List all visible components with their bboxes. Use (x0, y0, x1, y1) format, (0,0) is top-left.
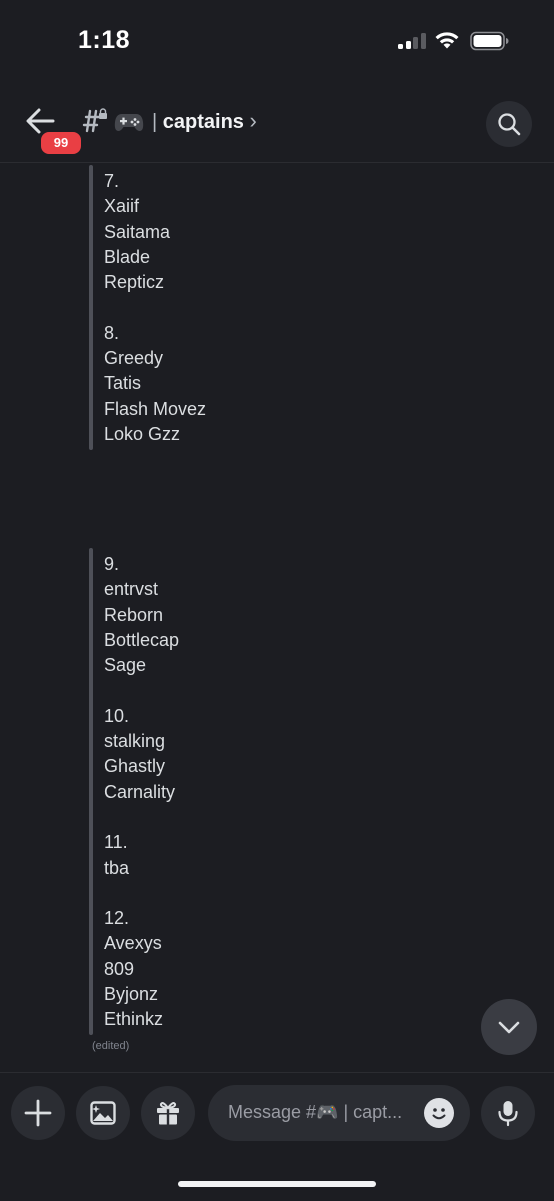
message-line: Greedy (104, 348, 164, 369)
locked-channel-hash-icon (82, 108, 107, 133)
message-line: Ghastly (104, 756, 166, 777)
message-line: 12. (104, 908, 130, 929)
channel-separator: | (152, 111, 158, 133)
home-indicator[interactable] (178, 1181, 376, 1187)
smiley-icon (432, 1108, 446, 1120)
voice-button[interactable] (481, 1086, 535, 1140)
message-line: Loko Gzz (104, 423, 181, 444)
search-button[interactable] (486, 101, 532, 147)
status-time: 1:18 (78, 26, 131, 54)
image-icon (90, 1101, 116, 1125)
message-line: Reborn (104, 604, 164, 625)
message-line: Saitama (104, 221, 171, 242)
add-button[interactable] (11, 1086, 65, 1140)
gift-button[interactable] (141, 1086, 195, 1140)
message-line: 8. (104, 322, 120, 343)
message-line: Xaiif (104, 196, 140, 217)
message-line: Bottlecap (104, 629, 180, 650)
edited-label: (edited) (92, 1040, 130, 1052)
cellular-signal-icon (398, 33, 426, 49)
status-bar: 1:18 (0, 0, 554, 82)
quote-bar (89, 165, 93, 450)
message-line: Ethinkz (104, 1009, 164, 1030)
channel-name: captains (162, 111, 244, 133)
chevron-down-icon (498, 1021, 520, 1034)
battery-icon (470, 31, 509, 51)
channel-title[interactable]: | captains › (152, 108, 257, 134)
message-line: Avexys (104, 933, 162, 954)
message-line: 9. (104, 554, 120, 574)
wifi-icon (435, 32, 459, 49)
microphone-icon (498, 1101, 518, 1127)
scroll-to-bottom-button[interactable] (481, 999, 537, 1055)
message-line: Sage (104, 655, 147, 676)
gift-icon (157, 1102, 179, 1125)
message-line: entrvst (104, 579, 159, 600)
message-block: 7. Xaiif Saitama Blade Repticz 8. Greedy Tatis F… (104, 169, 206, 447)
message-line: tba (104, 857, 130, 878)
message-block: 9. entrvst Reborn Bottlecap Sage 10. stalking G… (104, 552, 179, 1033)
message-line: 7. (104, 171, 120, 191)
quote-bar (89, 548, 93, 1035)
plus-icon (24, 1099, 52, 1127)
chevron-right-icon: › (249, 108, 257, 133)
message-line: Carnality (104, 781, 176, 802)
channel-header: 99 | captains › (0, 82, 554, 163)
message-line: 10. (104, 705, 130, 726)
message-line: Tatis (104, 373, 142, 394)
game-controller-icon (114, 114, 144, 131)
message-line: Repticz (104, 272, 165, 293)
message-input[interactable]: Message #🎮 | capt... (208, 1085, 470, 1141)
message-line: Flash Movez (104, 398, 207, 419)
emoji-button[interactable] (424, 1098, 454, 1128)
message-line: Byjonz (104, 984, 159, 1005)
message-line: Blade (104, 246, 151, 267)
message-placeholder: Message #🎮 | capt... (228, 1102, 403, 1122)
unread-badge: 99 (38, 129, 84, 157)
message-line: 11. (104, 832, 128, 853)
message-line: stalking (104, 731, 166, 752)
message-line: 809 (104, 958, 135, 979)
media-button[interactable] (76, 1086, 130, 1140)
search-icon (498, 113, 521, 136)
